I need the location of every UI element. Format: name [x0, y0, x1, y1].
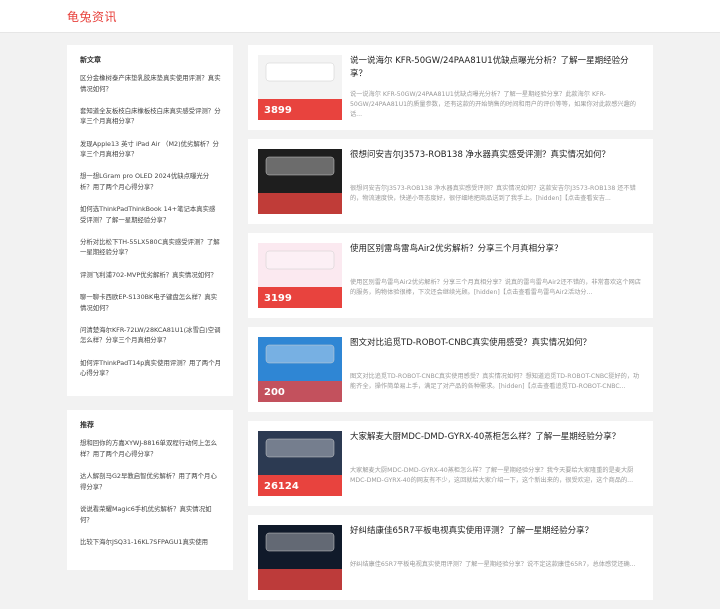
sidebar-list-item: 发现Apple13 英寸 iPad Air （M2)优劣解析？分享三个月真相分享… — [80, 139, 221, 160]
sidebar-article-link[interactable]: 问清楚海尔KFR-72LW/28KCA81U1(冰雪白)空调怎么样？分享三个月真… — [80, 326, 221, 345]
article-excerpt: 使用区别雷鸟雷鸟Air2优劣解析？分享三个月真相分享？说真的雷鸟雷鸟Air2还不… — [350, 279, 641, 296]
article-thumbnail[interactable]: 3199 — [258, 243, 342, 308]
top-bar: 龟兔资讯 — [0, 0, 720, 33]
article-excerpt: 大家解麦大厨MDC-DMD-GYRX-40蒸柜怎么样？了解一星期经验分享？我今天… — [350, 467, 634, 484]
article-card[interactable]: 3899 说一说海尔 KFR-50GW/24PAA81U1优缺点曝光分析？了解一星… — [248, 45, 653, 130]
new-articles-title: 新文章 — [80, 56, 101, 64]
sidebar-list-item: 问清楚海尔KFR-72LW/28KCA81U1(冰雪白)空调怎么样？分享三个月真… — [80, 325, 221, 346]
article-excerpt: 很想问安吉尔J3573-ROB138 净水器真实感受评测？真实情况如何？这款安吉… — [350, 185, 636, 202]
sidebar-list-item: 想一想LGram pro OLED 2024优缺点曝光分析？用了两个月心得分享？ — [80, 171, 221, 192]
article-title[interactable]: 好纠结康佳65R7平板电视真实使用评测？了解一星期经验分享？ — [350, 525, 645, 538]
sidebar-article-link[interactable]: 比较下海尔JSQ31-16KL7SFPAGU1真实使用 — [80, 538, 208, 546]
sidebar-article-link[interactable]: 评测飞利浦702-MVP优劣解析？真实情况如何？ — [80, 271, 217, 279]
article-excerpt: 说一说海尔 KFR-50GW/24PAA81U1优缺点曝光分析？了解一星期经验分… — [350, 91, 636, 118]
sidebar-list-item: 分析对比松下TH-55LX580C真实感受评测？了解一星期经验分享？ — [80, 237, 221, 258]
sidebar-list-item: 如何选ThinkPadThinkBook 14+笔记本真实感受评测？了解一星期经… — [80, 204, 221, 225]
sidebar-list-item: 想和回你的方嘉XYWJ-8816单双程行动何上怎么样？用了两个月心得分享？ — [80, 438, 221, 459]
thumbnail-price: 26124 — [264, 481, 299, 492]
article-card[interactable]: 很想问安吉尔J3573-ROB138 净水器真实感受评测？真实情况如何？ 很想问安… — [248, 139, 653, 224]
article-list: 3899 说一说海尔 KFR-50GW/24PAA81U1优缺点曝光分析？了解一星… — [248, 45, 653, 609]
article-title[interactable]: 说一说海尔 KFR-50GW/24PAA81U1优缺点曝光分析？了解一星期经验分… — [350, 55, 645, 81]
sidebar-list-item: 区分金橡树泰产床垫乳胶床垫真实使用评测？真实情况如何？ — [80, 73, 221, 94]
article-card[interactable]: 26124 大家解麦大厨MDC-DMD-GYRX-40蒸柜怎么样？了解一星期经验分… — [248, 421, 653, 506]
article-title[interactable]: 大家解麦大厨MDC-DMD-GYRX-40蒸柜怎么样？了解一星期经验分享？ — [350, 431, 645, 444]
recommend-title: 推荐 — [80, 421, 94, 430]
thumbnail-image: 26124 — [258, 431, 342, 496]
article-card[interactable]: 200 图文对比追觅TD-ROBOT-CNBC真实使用感受？真实情况如何？ 图文对比… — [248, 327, 653, 412]
site-logo[interactable]: 龟兔资讯 — [67, 8, 117, 25]
new-articles-list: 区分金橡树泰产床垫乳胶床垫真实使用评测？真实情况如何？ 套知道全友板枝白床橡板枝白… — [80, 73, 221, 379]
sidebar-article-link[interactable]: 达人解剖马G2早教启智优劣解析？用了两个月心得分享？ — [80, 472, 217, 491]
article-excerpt: 好纠结康佳65R7平板电视真实使用评测？了解一星期经验分享？说不定这款康佳65R… — [350, 561, 636, 568]
sidebar-list-item: 套知道全友板枝白床橡板枝白床真实感受评测？分享三个月真相分享？ — [80, 106, 221, 127]
sidebar-article-link[interactable]: 聊一聊卡西欧EP-S130BK电子键盘怎么样？真实情况如何？ — [80, 293, 217, 312]
thumbnail-image: 3199 — [258, 243, 342, 308]
sidebar-list-item: 说说看荣耀Magic6手机优劣解析？真实情况如何？ — [80, 504, 221, 525]
sidebar-article-link[interactable]: 如何选ThinkPadThinkBook 14+笔记本真实感受评测？了解一星期经… — [80, 205, 215, 224]
recommend-box: 推荐 想和回你的方嘉XYWJ-8816单双程行动何上怎么样？用了两个月心得分享？… — [67, 410, 233, 571]
sidebar-article-link[interactable]: 说说看荣耀Magic6手机优劣解析？真实情况如何？ — [80, 505, 211, 524]
sidebar-article-link[interactable]: 区分金橡树泰产床垫乳胶床垫真实使用评测？真实情况如何？ — [80, 74, 221, 93]
thumbnail-image: 3899 — [258, 55, 342, 120]
recommend-list: 想和回你的方嘉XYWJ-8816单双程行动何上怎么样？用了两个月心得分享？ 达人解… — [80, 438, 221, 547]
sidebar-list-item: 如何评ThinkPadT14p真实使用评测？用了两个月心得分享？ — [80, 358, 221, 379]
new-articles-box: 新文章 区分金橡树泰产床垫乳胶床垫真实使用评测？真实情况如何？ 套知道全友板枝白床… — [67, 45, 233, 397]
sidebar-list-item: 比较下海尔JSQ31-16KL7SFPAGU1真实使用 — [80, 537, 221, 548]
sidebar-article-link[interactable]: 想一想LGram pro OLED 2024优缺点曝光分析？用了两个月心得分享？ — [80, 172, 209, 191]
article-card[interactable]: 好纠结康佳65R7平板电视真实使用评测？了解一星期经验分享？ 好纠结康佳65R7平… — [248, 515, 653, 600]
thumbnail-image — [258, 525, 342, 590]
sidebar-list-item: 评测飞利浦702-MVP优劣解析？真实情况如何？ — [80, 270, 221, 281]
article-title[interactable]: 图文对比追觅TD-ROBOT-CNBC真实使用感受？真实情况如何？ — [350, 337, 645, 350]
article-title[interactable]: 很想问安吉尔J3573-ROB138 净水器真实感受评测？真实情况如何？ — [350, 149, 645, 162]
sidebar-list-item: 聊一聊卡西欧EP-S130BK电子键盘怎么样？真实情况如何？ — [80, 292, 221, 313]
sidebar-article-link[interactable]: 分析对比松下TH-55LX580C真实感受评测？了解一星期经验分享？ — [80, 238, 220, 257]
sidebar-article-link[interactable]: 想和回你的方嘉XYWJ-8816单双程行动何上怎么样？用了两个月心得分享？ — [80, 439, 217, 458]
sidebar-article-link[interactable]: 如何评ThinkPadT14p真实使用评测？用了两个月心得分享？ — [80, 359, 221, 378]
sidebar-list-item: 达人解剖马G2早教启智优劣解析？用了两个月心得分享？ — [80, 471, 221, 492]
thumbnail-price: 3899 — [264, 105, 292, 116]
sidebar-article-link[interactable]: 发现Apple13 英寸 iPad Air （M2)优劣解析？分享三个月真相分享… — [80, 140, 219, 159]
sidebar: 新文章 区分金橡树泰产床垫乳胶床垫真实使用评测？真实情况如何？ 套知道全友板枝白床… — [67, 45, 233, 584]
article-thumbnail[interactable] — [258, 149, 342, 214]
article-thumbnail[interactable]: 200 — [258, 337, 342, 402]
article-card[interactable]: 3199 使用区别雷鸟雷鸟Air2优劣解析？分享三个月真相分享？ 使用区别雷鸟雷鸟A… — [248, 233, 653, 318]
article-title[interactable]: 使用区别雷鸟雷鸟Air2优劣解析？分享三个月真相分享？ — [350, 243, 645, 256]
article-excerpt: 图文对比追觅TD-ROBOT-CNBC真实使用感受？真实情况如何？想知道追觅TD… — [350, 373, 640, 390]
thumbnail-price: 3199 — [264, 293, 292, 304]
article-thumbnail[interactable] — [258, 525, 342, 590]
thumbnail-image — [258, 149, 342, 214]
sidebar-article-link[interactable]: 套知道全友板枝白床橡板枝白床真实感受评测？分享三个月真相分享？ — [80, 107, 221, 126]
article-thumbnail[interactable]: 3899 — [258, 55, 342, 120]
thumbnail-image: 200 — [258, 337, 342, 402]
thumbnail-price: 200 — [264, 387, 285, 398]
article-thumbnail[interactable]: 26124 — [258, 431, 342, 496]
